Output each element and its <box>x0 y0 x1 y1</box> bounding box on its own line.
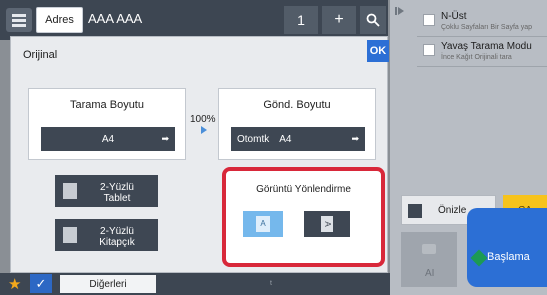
option-slow-scan[interactable]: Yavaş Tarama Modu İnce Kağıt Orijinali t… <box>417 38 547 68</box>
scan-size-value: A4 <box>101 133 115 145</box>
ratio-text: 100% <box>190 114 216 125</box>
orientation-upright-button[interactable]: A <box>243 211 283 237</box>
scan-size-button[interactable]: A4 ➡ <box>41 127 175 151</box>
send-size-label: Gönd. Boyutu <box>263 99 331 111</box>
booklet-icon <box>63 227 77 243</box>
preview-icon <box>408 204 422 218</box>
image-orientation-label: Görüntü Yönlendirme <box>256 184 351 195</box>
ai-label: AI <box>425 268 435 279</box>
preview-label: Önizle <box>438 205 467 216</box>
option-subtitle: İnce Kağıt Orijinali tara <box>441 54 512 61</box>
copies-count[interactable]: 1 <box>284 6 318 34</box>
triangle-right-icon <box>201 126 207 134</box>
play-icon[interactable] <box>395 6 413 46</box>
plus-button[interactable]: + <box>322 6 356 34</box>
menu-icon[interactable] <box>6 8 32 32</box>
arrow-right-icon: ➡ <box>161 133 169 144</box>
send-size-value: A4 <box>279 133 292 145</box>
check-icon[interactable]: ✓ <box>30 274 52 293</box>
option-title: N-Üst <box>441 11 467 22</box>
option-subtitle: Çoklu Sayfaları Bir Sayfa yap <box>441 24 533 31</box>
others-button[interactable]: Diğerleri <box>60 275 156 293</box>
scan-size-label: Tarama Boyutu <box>70 99 144 111</box>
page-indicator: t <box>270 280 272 287</box>
address-button[interactable]: Adres <box>36 7 83 33</box>
tablet-icon <box>63 183 77 199</box>
send-size-auto: Otomtk <box>237 133 270 145</box>
start-label: Başlama <box>487 251 530 263</box>
top-bar: Adres AAA AAA 1 + <box>0 0 388 40</box>
ok-button[interactable]: OK <box>367 40 389 62</box>
search-button[interactable] <box>360 6 386 34</box>
checkbox[interactable] <box>423 44 435 56</box>
duplex-tablet-button[interactable]: 2-Yüzlü Tablet <box>55 175 158 207</box>
duplex-booklet-button[interactable]: 2-Yüzlü Kitapçık <box>55 219 158 251</box>
orientation-rotated-icon: A <box>321 216 333 232</box>
ai-icon <box>422 244 436 254</box>
duplex-tablet-label: 2-Yüzlü Tablet <box>100 182 134 204</box>
checkbox[interactable] <box>423 14 435 26</box>
dialog-title: Orijinal <box>23 49 58 61</box>
star-icon[interactable]: ★ <box>8 275 21 293</box>
image-orientation-panel: Görüntü Yönlendirme A A <box>222 167 385 267</box>
ai-button[interactable]: AI <box>401 232 457 287</box>
arrow-right-icon: ➡ <box>351 133 359 144</box>
bottom-bar: ★ ✓ Diğerleri t <box>0 273 390 295</box>
divider <box>417 66 547 67</box>
send-size-panel: Gönd. Boyutu Otomtk A4 ➡ <box>218 88 376 160</box>
orientation-rotated-button[interactable]: A <box>304 211 350 237</box>
option-n-up[interactable]: N-Üst Çoklu Sayfaları Bir Sayfa yap <box>417 8 547 38</box>
send-size-button[interactable]: Otomtk A4 ➡ <box>231 127 365 151</box>
scan-size-panel: Tarama Boyutu A4 ➡ <box>28 88 186 160</box>
orientation-upright-icon: A <box>256 216 270 232</box>
address-text[interactable]: AAA AAA <box>88 11 142 26</box>
divider <box>417 36 547 37</box>
option-title: Yavaş Tarama Modu <box>441 41 532 52</box>
search-icon <box>366 13 380 27</box>
start-button[interactable]: Başlama <box>467 208 547 287</box>
duplex-booklet-label: 2-Yüzlü Kitapçık <box>99 226 135 248</box>
start-icon <box>470 249 488 267</box>
